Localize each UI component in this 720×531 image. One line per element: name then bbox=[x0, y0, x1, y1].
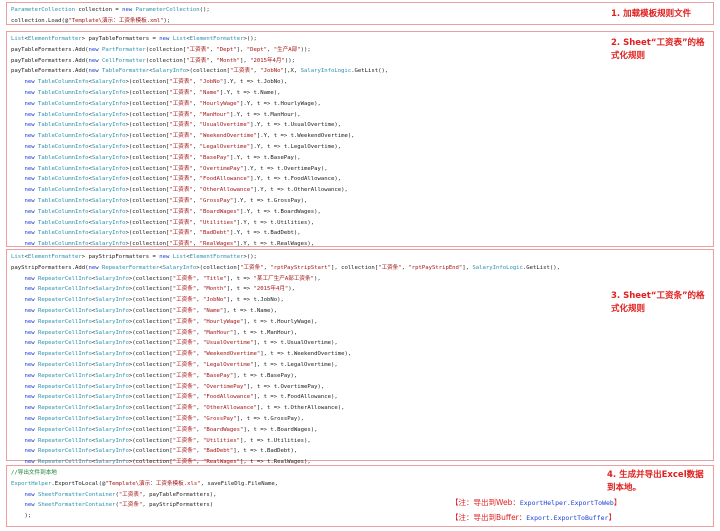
code-panel-load-template: ParameterCollection collection = new Par… bbox=[6, 2, 714, 25]
code-line: new RepeaterCellInfo<SalaryInfo>(collect… bbox=[24, 415, 305, 422]
code-line: List<ElementFormatter> payStripFormatter… bbox=[11, 254, 257, 260]
code-line: ParameterCollection collection = new Par… bbox=[11, 7, 210, 13]
code-block: List<ElementFormatter> payStripFormatter… bbox=[11, 252, 596, 490]
tip-prefix: 【注：导出到Web： bbox=[451, 498, 520, 507]
code-line: new RepeaterCellInfo<SalaryInfo>(collect… bbox=[24, 329, 298, 336]
code-line: new RepeaterCellInfo<SalaryInfo>(collect… bbox=[24, 448, 298, 455]
code-line: ExportHelper.ExportToLocal(@"Template\演示… bbox=[11, 480, 279, 487]
code-block: List<ElementFormatter> payTableFormatter… bbox=[11, 34, 596, 272]
code-line: new TableColumnInfo<SalaryInfo>(collecti… bbox=[24, 143, 342, 150]
tip-suffix: 】 bbox=[613, 498, 622, 507]
code-line: new RepeaterCellInfo<SalaryInfo>(collect… bbox=[24, 426, 318, 433]
code-line: new RepeaterCellInfo<SalaryInfo>(collect… bbox=[24, 372, 298, 379]
code-line: new RepeaterCellInfo<SalaryInfo>(collect… bbox=[24, 351, 352, 358]
code-line: new TableColumnInfo<SalaryInfo>(collecti… bbox=[24, 230, 301, 237]
code-line: new TableColumnInfo<SalaryInfo>(collecti… bbox=[24, 165, 328, 172]
code-line: payTableFormatters.Add(new PartFormatter… bbox=[11, 46, 311, 53]
code-line: List<ElementFormatter> payTableFormatter… bbox=[11, 36, 257, 42]
tip-suffix: 】 bbox=[608, 513, 616, 522]
code-panel-pay-table: List<ElementFormatter> payTableFormatter… bbox=[6, 31, 714, 269]
code-line: new TableColumnInfo<SalaryInfo>(collecti… bbox=[24, 208, 321, 215]
code-line: new TableColumnInfo<SalaryInfo>(collecti… bbox=[24, 197, 308, 204]
code-line: collection.Load(@"Template\演示：工资条模板.xml"… bbox=[11, 17, 171, 24]
code-line: new RepeaterCellInfo<SalaryInfo>(collect… bbox=[24, 297, 284, 304]
code-line: new RepeaterCellInfo<SalaryInfo>(collect… bbox=[24, 318, 318, 325]
annotation-note: 1. 加载模板规则文件 bbox=[611, 9, 692, 19]
code-panel-export: //导出文件到本地 ExportHelper.ExportToLocal(@"Te… bbox=[6, 465, 714, 527]
code-line: new TableColumnInfo<SalaryInfo>(collecti… bbox=[24, 122, 342, 129]
tip-prefix: 【注：导出到Buffer： bbox=[451, 513, 527, 522]
code-line: new TableColumnInfo<SalaryInfo>(collecti… bbox=[24, 187, 348, 194]
code-line: new TableColumnInfo<SalaryInfo>(collecti… bbox=[24, 154, 301, 161]
code-line: new TableColumnInfo<SalaryInfo>(collecti… bbox=[24, 133, 355, 140]
code-line: new TableColumnInfo<SalaryInfo>(collecti… bbox=[24, 111, 301, 118]
code-line: new RepeaterCellInfo<SalaryInfo>(collect… bbox=[24, 361, 338, 368]
code-line: payTableFormatters.Add(new TableFormatte… bbox=[11, 68, 389, 75]
annotation-note: 3. Sheet“工资条”的格式化规则 bbox=[611, 291, 705, 314]
annotation-note: 2. Sheet“工资表”的格式化规则 bbox=[611, 38, 705, 61]
code-line: //导出文件到本地 bbox=[11, 470, 57, 476]
tip-api: Export.ExportToBuffer bbox=[526, 514, 609, 522]
annotation-note: 4. 生成并导出Excel数据到本地。 bbox=[607, 470, 704, 493]
code-panel-pay-strip: List<ElementFormatter> payStripFormatter… bbox=[6, 249, 714, 487]
code-line: new RepeaterCellInfo<SalaryInfo>(collect… bbox=[24, 307, 278, 314]
code-line: new TableColumnInfo<SalaryInfo>(collecti… bbox=[24, 79, 288, 86]
export-web-tip: 【注：导出到Web：ExportHelper.ExportToWeb】 bbox=[451, 497, 621, 508]
code-line: new RepeaterCellInfo<SalaryInfo>(collect… bbox=[24, 437, 311, 444]
code-line: new RepeaterCellInfo<SalaryInfo>(collect… bbox=[24, 340, 338, 347]
code-line: new RepeaterCellInfo<SalaryInfo>(collect… bbox=[24, 286, 296, 293]
code-line: new TableColumnInfo<SalaryInfo>(collecti… bbox=[24, 100, 321, 107]
code-line: new RepeaterCellInfo<SalaryInfo>(collect… bbox=[24, 405, 345, 412]
code-line: payStripFormatters.Add(new RepeaterForma… bbox=[11, 264, 560, 271]
code-line: new TableColumnInfo<SalaryInfo>(collecti… bbox=[24, 176, 342, 183]
tip-api: ExportHelper.ExportToWeb bbox=[519, 499, 614, 507]
code-line: payTableFormatters.Add(new CellFormatter… bbox=[11, 57, 295, 64]
export-buffer-tip: 【注：导出到Buffer：Export.ExportToBuffer】 bbox=[451, 512, 616, 523]
code-line: new RepeaterCellInfo<SalaryInfo>(collect… bbox=[24, 383, 325, 390]
code-line: new RepeaterCellInfo<SalaryInfo>(collect… bbox=[24, 275, 321, 282]
code-line: new TableColumnInfo<SalaryInfo>(collecti… bbox=[24, 89, 281, 96]
code-block: ParameterCollection collection = new Par… bbox=[11, 5, 596, 27]
code-line: new RepeaterCellInfo<SalaryInfo>(collect… bbox=[24, 394, 338, 401]
code-line: new TableColumnInfo<SalaryInfo>(collecti… bbox=[24, 219, 315, 226]
